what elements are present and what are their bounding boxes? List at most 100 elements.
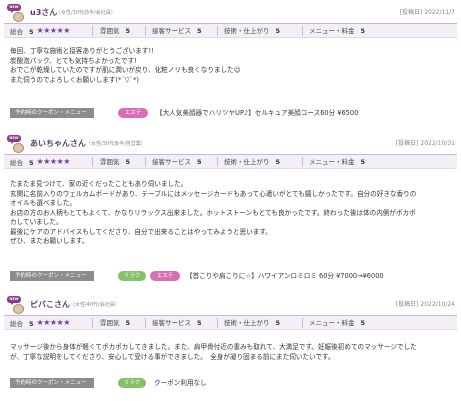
- divider: [92, 26, 93, 36]
- review-line: 炭酸泡パック、とても気持ちよかったです!: [10, 56, 137, 65]
- rating-tech: 技術・仕上がり 5: [224, 158, 280, 167]
- review-line: お店の方のお人柄もとてもよくて、かなりリラックス出来ました。ホットストーンもとて…: [10, 208, 416, 217]
- rating-tech: 技術・仕上がり 5: [224, 319, 280, 328]
- rating-value: 5: [125, 319, 131, 327]
- review-header: NEW ピバこさん （女性/40代/会社員） [投稿日] 2022/10/24: [4, 294, 457, 316]
- avatar: NEW: [7, 296, 26, 314]
- rating-atmosphere: 雰囲気 5: [100, 319, 130, 328]
- rating-label: 技術・仕上がり: [224, 158, 270, 166]
- rating-label: 技術・仕上がり: [224, 27, 270, 35]
- review-line: マッサージ後から身体が軽くてポカポカしてきました。また、肩甲骨付近の重みも取れて…: [10, 343, 417, 351]
- coupon-label: 予約時のクーポン・メニュー: [10, 108, 94, 118]
- tag-esthe[interactable]: エステ: [150, 271, 180, 281]
- tag-relax[interactable]: リラク: [118, 271, 146, 281]
- divider: [92, 318, 93, 328]
- star-rating-icon: ★★★★★: [36, 318, 71, 327]
- review-header: NEW u3さん （女性/30代前半/会社員） [投稿日] 2022/11/7: [4, 2, 457, 24]
- rating-value: 5: [197, 319, 202, 327]
- rating-value: 5: [125, 27, 131, 35]
- rating-service: 接客サービス 5: [152, 319, 202, 328]
- review-line: たまたま見つけて、家の近くだったこともあり伺いました。: [10, 180, 188, 188]
- post-date: [投稿日] 2022/10/31: [395, 140, 455, 147]
- review-line: また伺うのでよろしくお願いします(*´▽`*): [10, 75, 139, 84]
- reviewer-name[interactable]: ピバこさん: [30, 300, 70, 311]
- divider: [302, 26, 303, 36]
- rating-label: 接客サービス: [152, 319, 191, 327]
- review-body: マッサージ後から身体が軽くてポカポカしてきました。また、肩甲骨付近の重みも取れて…: [10, 343, 417, 362]
- divider: [302, 318, 303, 328]
- post-date: [投稿日] 2022/11/7: [399, 9, 455, 16]
- review-line: ぜひ、またお願いします。: [10, 237, 89, 246]
- rating-menu: メニュー・料金 5: [309, 27, 365, 36]
- divider: [145, 26, 146, 36]
- divider: [217, 157, 218, 167]
- rating-service: 接客サービス 5: [152, 158, 202, 167]
- rating-value: 5: [197, 27, 202, 35]
- reviewer-name[interactable]: u3さん: [30, 8, 57, 19]
- divider: [92, 157, 93, 167]
- coupon-label: 予約時のクーポン・メニュー: [10, 271, 94, 281]
- star-rating-icon: ★★★★★: [36, 157, 71, 166]
- rating-label: メニュー・料金: [309, 319, 355, 327]
- rating-menu: メニュー・料金 5: [309, 319, 365, 328]
- divider: [217, 318, 218, 328]
- badge-tail: [10, 10, 14, 13]
- review-card: NEW u3さん （女性/30代前半/会社員） [投稿日] 2022/11/7 …: [4, 2, 457, 118]
- review-line: 最後にケアのアドバイスもしてくださり、自分で出来ることはやってみようと思います。: [10, 227, 272, 236]
- rating-value: 5: [29, 28, 34, 36]
- user-face-icon: [13, 304, 24, 314]
- avatar: NEW: [7, 4, 26, 22]
- badge-tail: [10, 141, 14, 144]
- rating-overall: 総合 5 ★★★★★: [10, 318, 71, 330]
- coupon-link[interactable]: 【首こりや肩こりに☆】ハワイアンロミロミ 60分 ¥7000→¥6000: [186, 271, 384, 281]
- rating-value: 5: [29, 320, 34, 328]
- rating-value: 5: [275, 319, 281, 327]
- rating-tech: 技術・仕上がり 5: [224, 27, 280, 36]
- rating-label: メニュー・料金: [309, 158, 355, 166]
- rating-value: 5: [360, 319, 366, 327]
- user-face-icon: [13, 12, 24, 22]
- review-body: たまたま見つけて、家の近くだったこともあり伺いました。 玄関に名前入りのウェルカ…: [10, 180, 416, 247]
- review-line: が、丁寧な説明をしてくださり、安心して受ける事ができました。 全身が凝り固まる前…: [10, 352, 335, 361]
- rating-value: 5: [275, 158, 281, 166]
- rating-label: 総合: [10, 320, 23, 328]
- reviewer-name[interactable]: あいちゃんさん: [30, 139, 86, 150]
- review-body: 毎回、丁寧な施術と接客ありがとうございます!! 炭酸泡パック、とても気持ちよかっ…: [10, 47, 241, 85]
- review-card: NEW あいちゃんさん （女性/30代後半/自営業） [投稿日] 2022/10…: [4, 133, 457, 281]
- divider: [217, 26, 218, 36]
- review-line: カしていました。: [10, 218, 63, 227]
- review-line: おでこが乾燥していたのですが肌に潤いが戻り、化粧ノリも良くなりました☺: [10, 66, 241, 75]
- review-card: NEW ピバこさん （女性/40代/会社員） [投稿日] 2022/10/24 …: [4, 294, 457, 388]
- divider: [145, 157, 146, 167]
- rating-label: 総合: [10, 159, 23, 167]
- rating-label: 雰囲気: [100, 319, 120, 327]
- badge-tail: [10, 302, 14, 305]
- reviewer-meta: （女性/30代前半/会社員）: [56, 10, 116, 16]
- user-face-icon: [13, 143, 24, 153]
- review-line: 毎回、丁寧な施術と接客ありがとうございます!!: [10, 47, 154, 55]
- coupon-text: クーポン利用なし: [154, 379, 207, 387]
- divider: [302, 157, 303, 167]
- rating-menu: メニュー・料金 5: [309, 158, 365, 167]
- rating-label: 接客サービス: [152, 158, 191, 166]
- rating-atmosphere: 雰囲気 5: [100, 27, 130, 36]
- rating-overall: 総合 5 ★★★★★: [10, 157, 71, 169]
- coupon-link[interactable]: 【大人気美顔器でハリツヤUP♪】セルキュア美顔コース60分 ¥6500: [156, 108, 358, 118]
- ratings-bar: 総合 5 ★★★★★ 雰囲気 5 接客サービス 5 技術・仕上がり 5 メニュー・料金 5: [4, 155, 457, 169]
- rating-label: 接客サービス: [152, 27, 191, 35]
- reviewer-meta: （女性/40代/会社員）: [70, 302, 120, 308]
- rating-value: 5: [125, 158, 131, 166]
- rating-label: 技術・仕上がり: [224, 319, 270, 327]
- divider: [145, 318, 146, 328]
- post-date: [投稿日] 2022/10/24: [395, 301, 455, 308]
- avatar: NEW: [7, 135, 26, 153]
- rating-value: 5: [360, 158, 366, 166]
- review-line: オイルも選べました。: [10, 199, 76, 208]
- rating-value: 5: [275, 27, 281, 35]
- ratings-bar: 総合 5 ★★★★★ 雰囲気 5 接客サービス 5 技術・仕上がり 5 メニュー・料金 5: [4, 316, 457, 330]
- tag-relax[interactable]: リラク: [118, 378, 146, 388]
- rating-label: 雰囲気: [100, 27, 120, 35]
- star-rating-icon: ★★★★★: [36, 26, 71, 35]
- rating-label: 総合: [10, 28, 23, 36]
- tag-esthe[interactable]: エステ: [118, 108, 148, 118]
